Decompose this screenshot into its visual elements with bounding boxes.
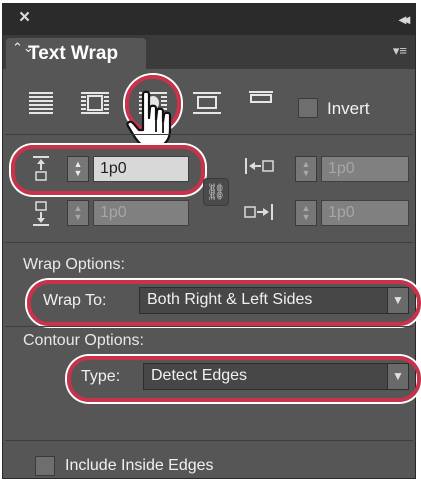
- jump-next-column-icon: [249, 91, 273, 103]
- right-offset-icon: [244, 204, 273, 220]
- no-text-wrap-button[interactable]: [25, 86, 57, 118]
- close-icon[interactable]: ×: [19, 7, 30, 29]
- left-offset-stepper[interactable]: ▲ ▼: [295, 156, 317, 182]
- divider: [5, 440, 413, 441]
- make-all-settings-same-icon[interactable]: ⛓: [203, 178, 229, 206]
- text-wrap-panel: × ◂◂ ⌃⌄ Text Wrap ▾≡ Invert ▲ ▼ 1p0 ⛓ ▲ …: [2, 3, 421, 479]
- contour-type-highlight-circle: [67, 356, 421, 402]
- contour-options-heading: Contour Options:: [23, 332, 144, 349]
- jump-object-icon: [193, 92, 221, 114]
- panel-titlebar: × ◂◂: [3, 4, 415, 35]
- right-offset-field[interactable]: 1p0: [321, 200, 409, 226]
- tab-row: ⌃⌄ Text Wrap ▾≡: [3, 35, 415, 69]
- no-wrap-icon: [29, 92, 53, 114]
- divider: [5, 134, 413, 135]
- bottom-offset-icon: [33, 201, 49, 226]
- right-offset-stepper[interactable]: ▲ ▼: [295, 200, 317, 226]
- divider: [5, 242, 413, 243]
- invert-checkbox[interactable]: [298, 98, 318, 118]
- tab-label: Text Wrap: [28, 43, 119, 64]
- invert-label: Invert: [327, 99, 370, 118]
- wrap-bounding-box-button[interactable]: [79, 86, 111, 118]
- bottom-offset-stepper[interactable]: ▲ ▼: [67, 200, 89, 226]
- jump-object-button[interactable]: [191, 86, 223, 118]
- left-offset-icon: [245, 158, 274, 174]
- wrap-options-heading: Wrap Options:: [23, 256, 125, 273]
- jump-next-column-button[interactable]: [245, 86, 277, 118]
- offset-highlight-circle: [11, 145, 205, 195]
- collapse-icon[interactable]: ◂◂: [399, 11, 410, 28]
- left-offset-field[interactable]: 1p0: [321, 156, 409, 182]
- wrap-to-highlight-circle: [27, 280, 421, 326]
- hand-cursor-icon: [126, 90, 172, 149]
- bottom-offset-field[interactable]: 1p0: [93, 200, 189, 226]
- panel-menu-icon[interactable]: ▾≡: [393, 43, 407, 59]
- divider: [5, 326, 413, 327]
- include-inside-edges-checkbox[interactable]: [35, 456, 55, 476]
- include-inside-edges-label: Include Inside Edges: [65, 457, 214, 474]
- bounding-box-wrap-icon: [81, 92, 109, 114]
- tab-text-wrap[interactable]: ⌃⌄ Text Wrap: [6, 38, 146, 69]
